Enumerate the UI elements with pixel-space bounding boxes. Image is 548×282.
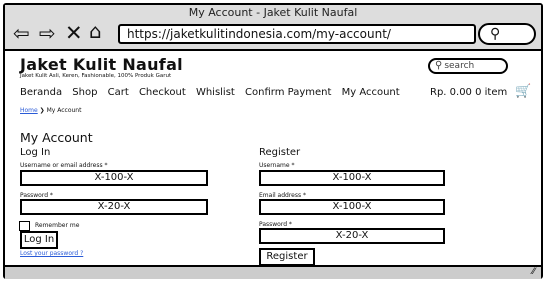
address-bar[interactable]: https://jaketkulitindonesia.com/my-accou… (118, 24, 476, 44)
register-password-label: Password * (259, 221, 292, 228)
nav-item-cart[interactable]: Cart (108, 87, 129, 98)
status-bar: ⁄⁄ (5, 265, 541, 279)
remember-me-label: Remember me (35, 222, 80, 229)
register-password-field[interactable]: X-20-X (259, 228, 445, 244)
register-button[interactable]: Register (259, 248, 315, 266)
site-brand[interactable]: Jaket Kulit Naufal (20, 55, 183, 74)
nav-item-whislist[interactable]: Whislist (196, 87, 235, 98)
main-nav: Beranda Shop Cart Checkout Whislist Conf… (20, 87, 407, 98)
chevron-right-icon: ❯ (39, 107, 45, 114)
login-username-label: Username or email address * (20, 162, 108, 169)
back-arrow-icon[interactable]: ⇦ (13, 23, 30, 43)
register-email-label: Email address * (259, 192, 307, 199)
login-title: Log In (20, 147, 51, 158)
page-content: Jaket Kulit Naufal Jaket Kulit Asli, Ker… (5, 51, 541, 266)
close-icon[interactable]: ✕ (65, 23, 83, 44)
page-title: My Account (20, 130, 93, 145)
forward-arrow-icon[interactable]: ⇨ (39, 23, 56, 43)
register-username-label: Username * (259, 162, 295, 169)
nav-item-shop[interactable]: Shop (72, 87, 97, 98)
breadcrumb: Home ❯ My Account (20, 107, 81, 114)
browser-search-button[interactable]: ⚲ (478, 23, 536, 45)
nav-item-beranda[interactable]: Beranda (20, 87, 62, 98)
window-title: My Account - Jaket Kulit Naufal (188, 6, 358, 19)
cart-summary[interactable]: Rp. 0.00 0 item (430, 87, 507, 98)
cart-icon[interactable]: 🛒 (515, 84, 531, 99)
site-search-input[interactable]: ⚲ search (428, 58, 508, 74)
login-password-label: Password * (20, 192, 53, 199)
register-title: Register (259, 147, 301, 158)
register-username-field[interactable]: X-100-X (259, 170, 445, 186)
search-icon: ⚲ (490, 26, 501, 42)
search-icon: ⚲ (435, 60, 443, 71)
nav-item-confirm-payment[interactable]: Confirm Payment (245, 87, 331, 98)
site-tagline: Jaket Kulit Asli, Keren, Fashionable, 10… (20, 73, 172, 79)
search-placeholder: search (444, 61, 475, 71)
login-password-field[interactable]: X-20-X (20, 199, 208, 215)
home-icon[interactable]: ⌂ (89, 21, 102, 41)
nav-item-checkout[interactable]: Checkout (139, 87, 186, 98)
breadcrumb-home-link[interactable]: Home (20, 107, 38, 114)
remember-me-checkbox[interactable] (19, 221, 30, 231)
login-username-field[interactable]: X-100-X (20, 170, 208, 186)
login-button[interactable]: Log In (20, 231, 58, 249)
breadcrumb-current: My Account (46, 107, 82, 114)
register-email-field[interactable]: X-100-X (259, 199, 445, 215)
lost-password-link[interactable]: Lost your password ? (20, 250, 83, 257)
browser-toolbar: My Account - Jaket Kulit Naufal ⇦ ⇨ ✕ ⌂ … (5, 5, 541, 51)
resize-grip-icon[interactable]: ⁄⁄ (532, 267, 535, 277)
browser-window: My Account - Jaket Kulit Naufal ⇦ ⇨ ✕ ⌂ … (3, 3, 543, 279)
nav-item-my-account[interactable]: My Account (342, 87, 400, 98)
